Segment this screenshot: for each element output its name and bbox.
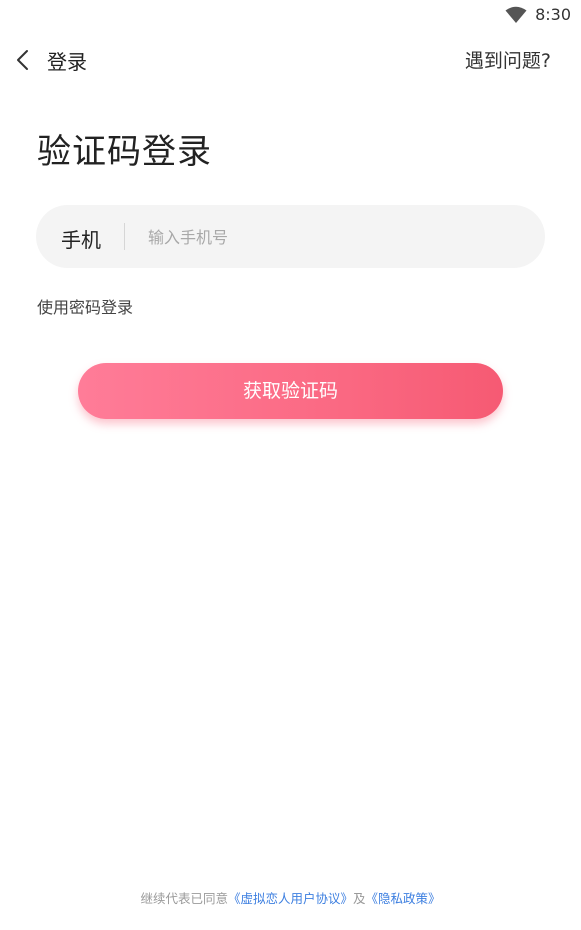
phone-label: 手机 <box>61 228 101 252</box>
phone-input[interactable] <box>148 217 518 257</box>
field-divider <box>124 223 125 250</box>
status-icons: 8:30 <box>505 5 571 24</box>
back-button[interactable] <box>14 44 32 76</box>
status-bar: 8:30 <box>0 0 581 32</box>
agreement-prefix: 继续代表已同意 <box>140 891 228 906</box>
privacy-policy-link[interactable]: 《隐私政策》 <box>366 891 441 906</box>
page-title: 验证码登录 <box>37 132 212 172</box>
help-link[interactable]: 遇到问题? <box>465 46 551 73</box>
wifi-icon <box>505 6 527 23</box>
phone-field: 手机 <box>36 205 545 268</box>
nav-bar: 登录 遇到问题? <box>0 38 581 82</box>
nav-title: 登录 <box>47 50 87 74</box>
agreement-text: 继续代表已同意《虚拟恋人用户协议》及《隐私政策》 <box>0 888 581 907</box>
get-code-button[interactable]: 获取验证码 <box>78 363 503 419</box>
chevron-left-icon <box>17 50 28 70</box>
status-time: 8:30 <box>535 5 571 24</box>
agreement-conjunction: 及 <box>353 891 366 906</box>
password-login-link[interactable]: 使用密码登录 <box>37 294 133 318</box>
user-agreement-link[interactable]: 《虚拟恋人用户协议》 <box>228 891 353 906</box>
